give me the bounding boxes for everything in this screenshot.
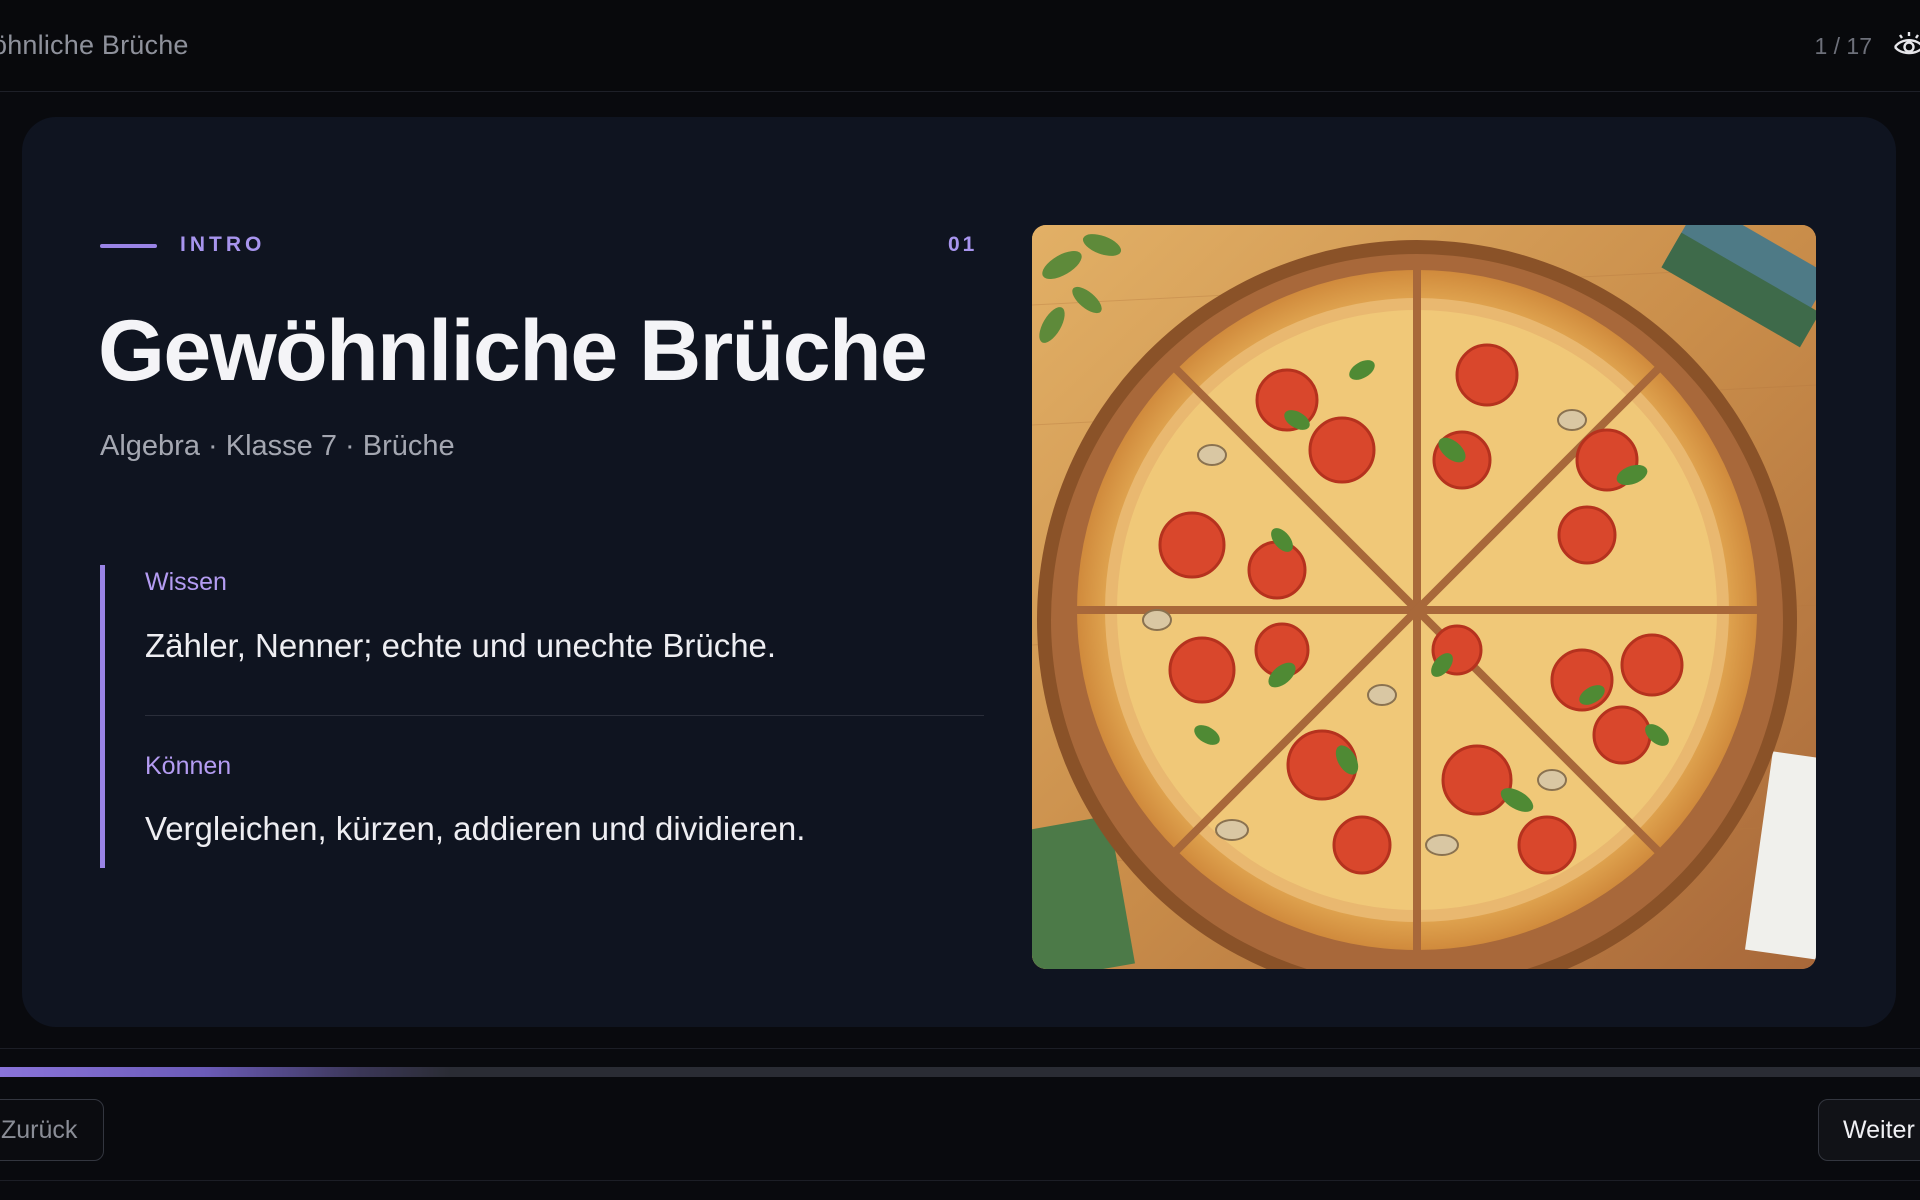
footer-separator: [0, 1180, 1920, 1181]
lesson-title: öhnliche Brüche: [0, 30, 189, 60]
slide-number: 01: [948, 233, 978, 256]
slide-counter: 1 / 17: [1814, 33, 1872, 59]
eyebrow-accent-line: [100, 244, 157, 248]
goal-label-knowledge: Wissen: [145, 568, 227, 596]
slide-subtitle: Algebra · Klasse 7 · Brüche: [100, 430, 455, 462]
next-button[interactable]: Weiter: [1818, 1099, 1920, 1161]
goal-text-knowledge: Zähler, Nenner; echte und unechte Brüche…: [145, 627, 777, 664]
goal-label-skills: Können: [145, 752, 232, 780]
top-bar: öhnliche Brüche 1 / 17: [0, 0, 1920, 92]
progress-separator: [0, 1048, 1920, 1049]
progress-bar: [0, 1067, 1920, 1077]
eye-icon[interactable]: [1892, 28, 1920, 62]
learning-goals: Wissen Zähler, Nenner; echte und unechte…: [100, 565, 984, 868]
progress-fill: [0, 1067, 452, 1077]
back-button[interactable]: Zurück: [0, 1099, 104, 1161]
goal-text-skills: Vergleichen, kürzen, addieren und dividi…: [145, 810, 806, 847]
pizza-illustration: [1032, 225, 1816, 969]
slide-headline: Gewöhnliche Brüche: [98, 303, 928, 399]
eyebrow-label: INTRO: [180, 233, 266, 256]
goal-divider: [145, 715, 984, 716]
